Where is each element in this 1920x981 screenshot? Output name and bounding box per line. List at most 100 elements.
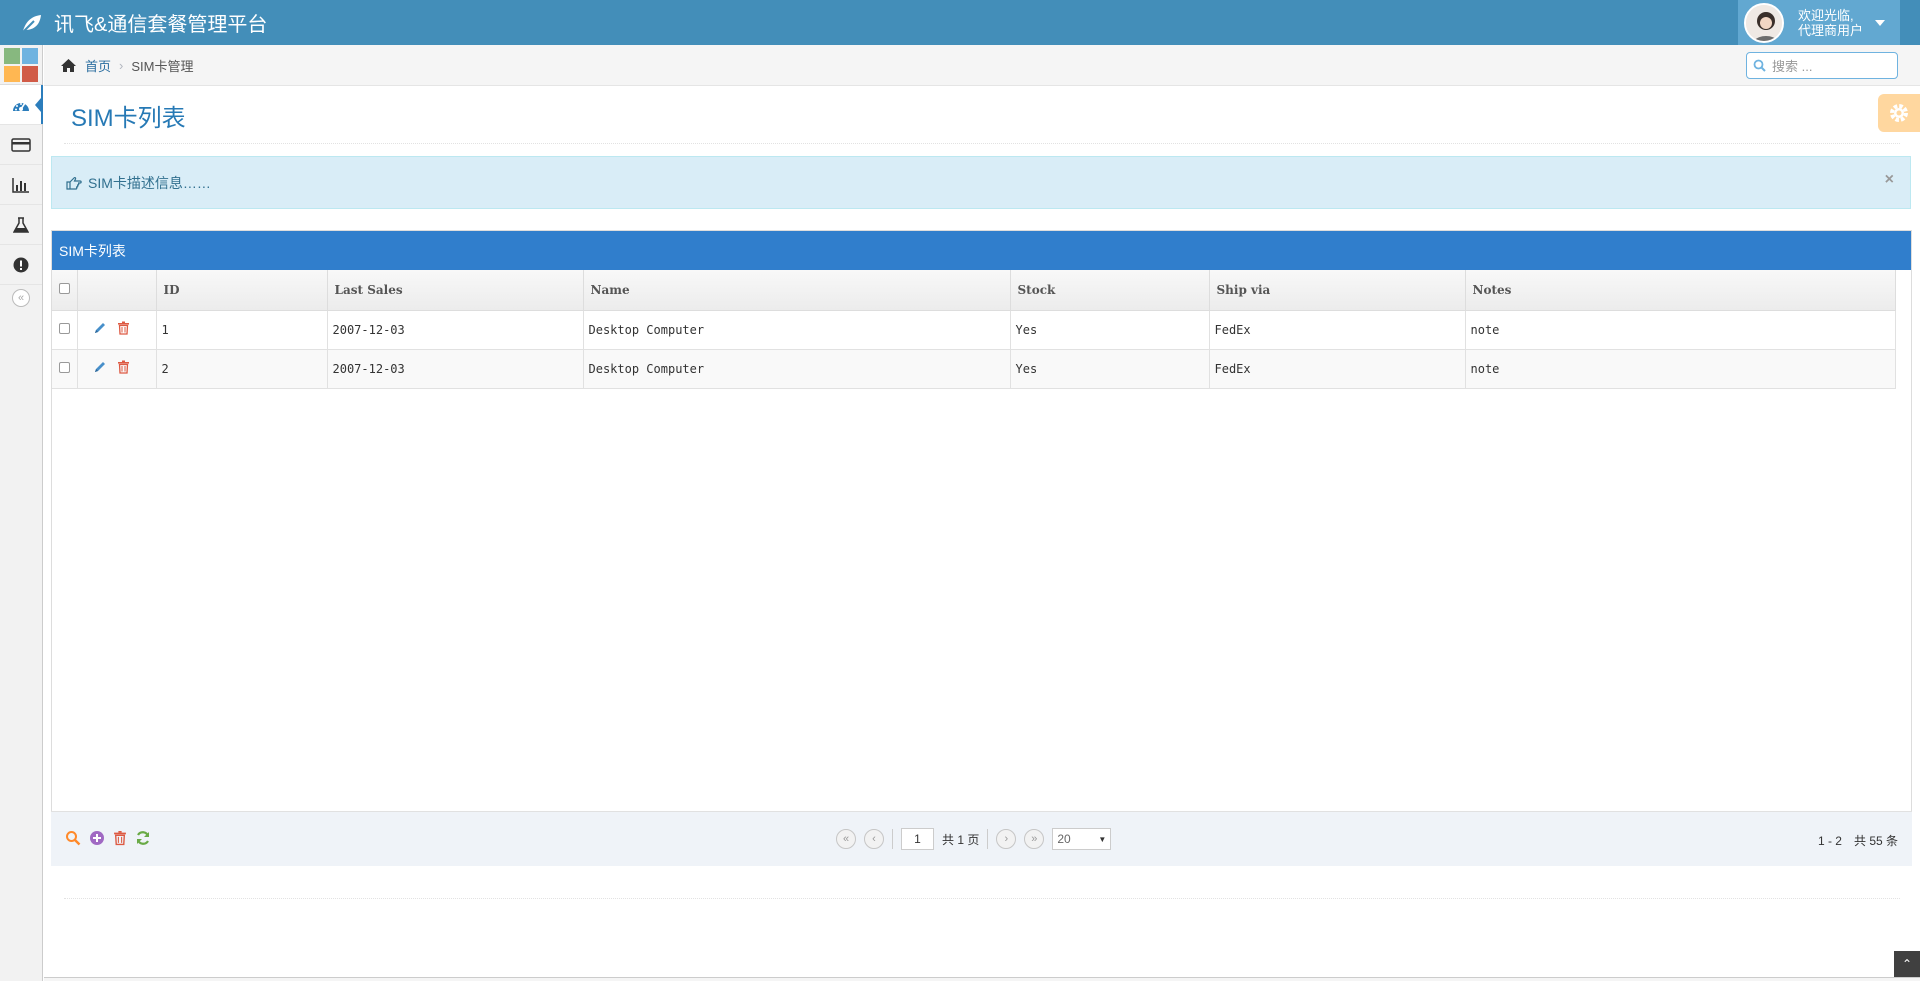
table-row[interactable]: 1 2007-12-03 Desktop Computer Yes FedEx … <box>52 310 1896 350</box>
table-header-row: ID Last Sales Name Stock Ship via Notes <box>52 270 1896 311</box>
dashboard-icon <box>13 102 29 111</box>
breadcrumb-separator-icon: › <box>119 57 124 73</box>
page-title: SIM卡列表 <box>71 105 186 132</box>
page-number-input[interactable]: 1 <box>901 828 934 850</box>
cell-name: Desktop Computer <box>583 310 1011 350</box>
double-chevron-left-icon: « <box>12 289 30 307</box>
cell-notes: note <box>1465 310 1896 350</box>
sidebar-collapse-button[interactable]: « <box>0 285 42 311</box>
alert-text: SIM卡描述信息…… <box>88 174 211 191</box>
actions-header <box>77 270 157 311</box>
breadcrumb-home-link[interactable]: 首页 <box>85 56 111 75</box>
sidebar-item-dashboard[interactable] <box>0 85 43 125</box>
cell-ship-via: FedEx <box>1209 310 1466 350</box>
leaf-icon <box>22 14 41 33</box>
edit-pencil-icon[interactable] <box>93 321 107 335</box>
gear-icon <box>1890 104 1908 122</box>
add-circle-icon[interactable] <box>89 830 105 846</box>
cell-last-sales: 2007-12-03 <box>327 310 584 350</box>
user-info: 欢迎光临, 代理商用户 <box>1798 8 1863 38</box>
select-all-checkbox[interactable] <box>58 282 70 294</box>
column-header-name[interactable]: Name <box>583 270 1011 311</box>
search-icon <box>1753 59 1766 72</box>
cell-notes: note <box>1465 349 1896 389</box>
home-icon[interactable] <box>60 58 77 73</box>
trash-icon[interactable] <box>117 360 130 374</box>
sidebar-shortcuts <box>0 45 42 85</box>
breadcrumb-current: SIM卡管理 <box>131 58 194 74</box>
cell-stock: Yes <box>1010 349 1210 389</box>
select-all-checkbox-cell[interactable] <box>52 270 78 311</box>
prev-page-button[interactable]: ‹ <box>864 829 884 849</box>
top-navbar: 讯飞&通信套餐管理平台 欢迎光临, 代理商用户 <box>0 0 1920 45</box>
shortcut-button-red[interactable] <box>22 66 38 82</box>
grid-pager: « ‹ 1 共 1 页 › » 20 1 - 2 共 55 条 <box>51 811 1912 866</box>
pager-divider <box>892 829 893 849</box>
bottom-bar <box>44 977 1920 981</box>
info-alert: SIM卡描述信息…… × <box>51 156 1911 209</box>
sidebar-item-chart[interactable] <box>0 165 42 205</box>
double-chevron-up-icon: ⌃ <box>1901 957 1913 971</box>
sidebar-item-card[interactable] <box>0 125 42 165</box>
column-header-last-sales[interactable]: Last Sales <box>327 270 584 311</box>
app-title: 讯飞&通信套餐管理平台 <box>54 14 268 36</box>
user-greeting: 欢迎光临, <box>1798 7 1854 23</box>
column-header-stock[interactable]: Stock <box>1010 270 1210 311</box>
record-info: 1 - 2 共 55 条 <box>1817 834 1898 848</box>
cell-last-sales: 2007-12-03 <box>327 349 584 389</box>
row-checkbox-cell[interactable] <box>52 349 78 389</box>
trash-icon[interactable] <box>117 321 130 335</box>
credit-card-icon <box>11 137 31 152</box>
avatar <box>1744 2 1784 43</box>
column-header-ship-via[interactable]: Ship via <box>1209 270 1466 311</box>
pager-navigation: « ‹ 1 共 1 页 › » 20 <box>836 828 1112 850</box>
rows-per-page-select[interactable]: 20 <box>1052 828 1112 850</box>
last-page-button[interactable]: » <box>1024 829 1045 849</box>
search-input[interactable]: 搜索 ... <box>1746 52 1898 79</box>
column-header-notes[interactable]: Notes <box>1465 270 1896 311</box>
first-page-button[interactable]: « <box>836 829 856 849</box>
flask-icon <box>13 216 29 233</box>
scroll-to-top-button[interactable]: ⌃ <box>1894 951 1920 977</box>
row-actions <box>77 310 157 350</box>
exclamation-circle-icon <box>13 257 29 272</box>
breadcrumb: 首页 › SIM卡管理 搜索 ... <box>44 45 1920 86</box>
user-menu[interactable]: 欢迎光临, 代理商用户 <box>1738 0 1900 45</box>
edit-pencil-icon[interactable] <box>93 360 107 374</box>
footer-divider <box>64 898 1900 899</box>
cell-stock: Yes <box>1010 310 1210 350</box>
cell-ship-via: FedEx <box>1209 349 1466 389</box>
pager-toolbar <box>65 830 151 846</box>
column-header-id[interactable]: ID <box>156 270 328 311</box>
shortcut-button-blue[interactable] <box>22 48 38 64</box>
shortcut-button-green[interactable] <box>4 48 20 64</box>
pager-divider <box>987 829 989 849</box>
cell-name: Desktop Computer <box>583 349 1011 389</box>
next-page-button[interactable]: › <box>996 829 1017 849</box>
total-pages-text: 共 1 页 <box>942 832 980 847</box>
sidebar-item-alert[interactable] <box>0 245 42 285</box>
table-row[interactable]: 2 2007-12-03 Desktop Computer Yes FedEx … <box>52 349 1896 389</box>
settings-button[interactable] <box>1878 94 1920 132</box>
cell-id: 1 <box>156 310 328 350</box>
row-actions <box>77 349 157 389</box>
shortcut-button-orange[interactable] <box>4 66 20 82</box>
sim-card-table: ID Last Sales Name Stock Ship via Notes … <box>52 270 1896 389</box>
row-checkbox[interactable] <box>58 361 70 373</box>
refresh-icon[interactable] <box>135 830 151 846</box>
cell-id: 2 <box>156 349 328 389</box>
sidebar: « <box>0 45 43 981</box>
user-role: 代理商用户 <box>1798 22 1864 38</box>
sim-card-grid: SIM卡列表 ID Last Sales Name Stock Ship via… <box>51 230 1912 866</box>
hand-pointer-right-icon <box>66 176 82 190</box>
close-icon[interactable]: × <box>1885 171 1894 189</box>
trash-icon[interactable] <box>113 830 127 846</box>
row-checkbox-cell[interactable] <box>52 310 78 350</box>
sidebar-item-flask[interactable] <box>0 205 42 245</box>
brand[interactable]: 讯飞&通信套餐管理平台 <box>20 0 267 45</box>
caret-down-icon <box>1875 19 1886 26</box>
search-placeholder: 搜索 ... <box>1772 59 1813 74</box>
row-checkbox[interactable] <box>58 322 70 334</box>
search-icon[interactable] <box>65 830 81 846</box>
grid-caption: SIM卡列表 <box>52 231 1911 270</box>
